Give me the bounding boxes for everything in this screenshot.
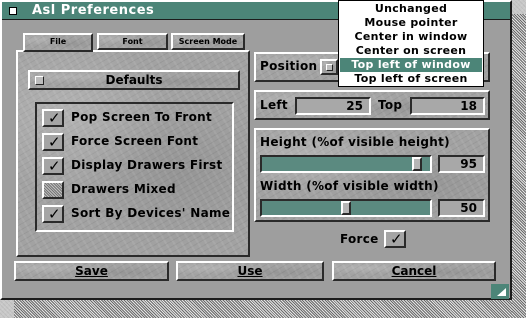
tab-screen-mode[interactable]: Screen Mode <box>171 33 245 50</box>
position-label: Position <box>260 59 318 73</box>
checkbox-label: Drawers Mixed <box>71 182 176 196</box>
position-option[interactable]: Center on screen <box>340 44 482 58</box>
width-label: Width (%of visible width) <box>260 179 439 193</box>
position-option[interactable]: Top left of screen <box>340 72 482 86</box>
checkbox-force-screen-font[interactable]: ✓ <box>42 133 64 151</box>
tab-font[interactable]: Font <box>97 33 168 50</box>
position-option[interactable]: Center in window <box>340 30 482 44</box>
window-shadow <box>14 298 526 318</box>
checkmark-icon: ✓ <box>48 157 61 175</box>
checkbox-pop-screen[interactable]: ✓ <box>42 109 64 127</box>
defaults-cycle[interactable]: Defaults <box>28 70 240 90</box>
close-gadget-icon[interactable] <box>4 3 22 18</box>
cancel-button[interactable]: Cancel <box>332 261 496 281</box>
position-popup-button[interactable] <box>320 59 338 75</box>
window-shadow-right <box>512 14 526 318</box>
checkmark-icon: ✓ <box>390 230 403 248</box>
left-label: Left <box>260 98 288 112</box>
save-label: Save <box>75 264 108 278</box>
checkmark-icon: ✓ <box>48 109 61 127</box>
checkbox-label: Display Drawers First <box>71 158 223 172</box>
force-checkbox[interactable]: ✓ <box>384 230 406 248</box>
tab-file[interactable]: File <box>23 33 93 52</box>
checkbox-sort-by-devices-name[interactable]: ✓ <box>42 205 64 223</box>
checkbox-drawers-mixed[interactable] <box>42 181 64 199</box>
window-title: Asl Preferences <box>32 3 155 18</box>
use-button[interactable]: Use <box>176 261 324 281</box>
checkbox-display-drawers-first[interactable]: ✓ <box>42 157 64 175</box>
checkmark-icon: ✓ <box>48 133 61 151</box>
height-label: Height (%of visible height) <box>260 135 450 149</box>
defaults-label: Defaults <box>105 73 163 87</box>
popup-icon <box>326 64 333 71</box>
position-popup-menu: Unchanged Mouse pointer Center in window Ce… <box>338 0 484 87</box>
top-label: Top <box>378 98 403 112</box>
position-option[interactable]: Mouse pointer <box>340 16 482 30</box>
top-input[interactable]: 18 <box>410 97 485 115</box>
width-slider[interactable] <box>260 199 432 217</box>
width-slider-knob[interactable] <box>341 201 351 215</box>
save-button[interactable]: Save <box>14 261 169 281</box>
checkbox-label: Force Screen Font <box>71 134 199 148</box>
use-label: Use <box>237 264 263 278</box>
height-slider-knob[interactable] <box>412 157 422 171</box>
cancel-label: Cancel <box>391 264 437 278</box>
checkbox-label: Sort By Devices' Name <box>71 206 231 220</box>
checkbox-label: Pop Screen To Front <box>71 110 213 124</box>
force-label: Force <box>340 232 379 246</box>
checkmark-icon: ✓ <box>48 205 61 223</box>
width-input[interactable]: 50 <box>438 199 485 217</box>
height-input[interactable]: 95 <box>438 155 485 173</box>
position-option[interactable]: Unchanged <box>340 2 482 16</box>
position-option[interactable]: Top left of window <box>340 58 482 72</box>
left-input[interactable]: 25 <box>295 97 371 115</box>
resize-gadget-icon[interactable] <box>491 284 509 299</box>
height-slider[interactable] <box>260 155 432 173</box>
